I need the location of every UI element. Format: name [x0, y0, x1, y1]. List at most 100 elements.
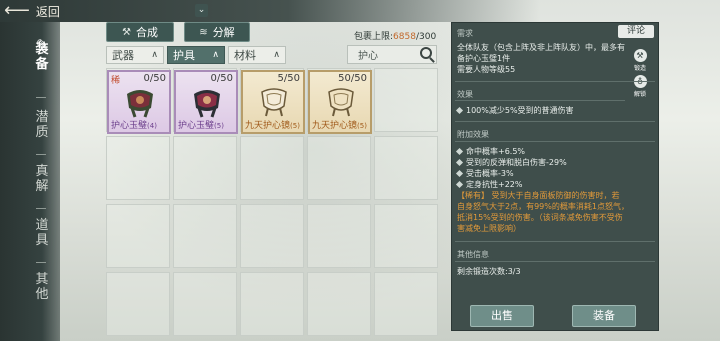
inventory-slot[interactable] — [106, 136, 170, 200]
bag-capacity-label: 包裹上限: — [354, 32, 394, 42]
sell-button[interactable]: 出售 — [470, 305, 534, 327]
extra-effect-line: 命中概率+6.5% — [455, 146, 526, 157]
item-count: 5/50 — [277, 73, 300, 84]
item-name: 九天护心镜(5) — [312, 118, 367, 131]
extra-effect-line: 受击概率-3% — [455, 168, 514, 179]
inventory-slot[interactable] — [374, 136, 438, 200]
diamond-bullet-icon — [455, 158, 464, 167]
section-divider — [455, 261, 655, 262]
section-divider — [455, 121, 655, 122]
item-name-text: 九天护心镜 — [312, 121, 358, 131]
synthesize-button[interactable]: ⚒ 合成 — [106, 22, 174, 42]
filter-armor-label: 护具 — [173, 49, 195, 62]
rare-effect-line: 害减免上限影响） — [457, 224, 521, 233]
hammer-icon: ⚒ — [122, 26, 131, 38]
requirement-title: 需求 — [457, 29, 473, 38]
back-button[interactable]: ⟵ 返回 — [4, 1, 60, 21]
inventory-slot[interactable] — [307, 272, 371, 336]
decompose-button[interactable]: ≋ 分解 — [184, 22, 250, 42]
filter-material-label: 材料 — [234, 49, 256, 62]
rare-effect-line: 【稀有】 受到大于自身面板防御的伤害时，若 — [457, 191, 620, 200]
inventory-slot[interactable] — [173, 272, 237, 336]
bag-capacity-current: 6858 — [393, 32, 416, 42]
sidebar-divider — [36, 154, 46, 155]
item-count: 0/50 — [210, 73, 233, 84]
sidebar-item-label: 其他 — [35, 272, 49, 302]
unbind-label: 解锁 — [633, 91, 646, 98]
extra-effect-text: 命中概率+6.5% — [466, 147, 526, 156]
item-name: 九天护心镜(5) — [245, 118, 300, 131]
item-card-heart-mirror[interactable]: 50/50 九天护心镜(5) — [308, 70, 372, 134]
extra-effect-text: 受到的反弹和脱白伤害-29% — [466, 158, 567, 167]
forge-button[interactable]: ⚒ 锻造 — [630, 49, 650, 72]
top-bar — [0, 0, 720, 22]
sidebar-item-other[interactable]: 其他 — [34, 272, 50, 302]
inventory-slot[interactable] — [374, 272, 438, 336]
inventory-slot[interactable] — [173, 204, 237, 268]
extra-effect-text: 定身抗性+22% — [466, 180, 523, 189]
effect-title: 效果 — [457, 90, 473, 99]
filter-weapon-label: 武器 — [112, 49, 134, 62]
caret-up-icon: ∧ — [273, 50, 280, 60]
caret-up-icon: ∧ — [151, 50, 158, 60]
forge-icon: ⚒ — [633, 49, 647, 62]
sidebar-divider — [36, 208, 46, 209]
rare-effect-line: 自身怒气大于2点，有99%的概率消耗1点怒气， — [457, 202, 629, 211]
comment-button[interactable]: 评论 — [618, 25, 654, 38]
inventory-slot[interactable] — [240, 136, 304, 200]
extra-effect-line: 定身抗性+22% — [455, 179, 523, 190]
layers-icon: ≋ — [199, 26, 208, 38]
sidebar-item-potential[interactable]: 潜质 — [34, 110, 50, 140]
filter-material-dropdown[interactable]: 材料 ∧ — [228, 46, 286, 64]
sidebar-item-props[interactable]: 道具 — [34, 218, 50, 248]
sidebar-item-true-solution[interactable]: 真解 — [34, 164, 50, 194]
back-arrow-icon: ⟵ — [4, 0, 30, 21]
inventory-slot[interactable] — [374, 204, 438, 268]
filter-armor-dropdown[interactable]: 护具 ∧ — [167, 46, 225, 64]
sidebar-item-label: 装备 — [35, 42, 49, 72]
search-input[interactable]: 护心 — [347, 45, 437, 64]
rare-effect-line: 抵消15%受到的伤害。（该词条减免伤害不受伤 — [457, 213, 623, 222]
sidebar-item-label: 潜质 — [35, 110, 49, 140]
sidebar-item-label: 道具 — [35, 218, 49, 248]
inventory-slot[interactable] — [307, 136, 371, 200]
item-count: 0/50 — [143, 73, 166, 84]
unbind-button[interactable]: ♁ 解锁 — [630, 75, 650, 98]
diamond-bullet-icon — [455, 169, 464, 178]
item-card-jade-disc[interactable]: 稀 0/50 护心玉璧(4) — [107, 70, 171, 134]
inventory-slot[interactable] — [307, 204, 371, 268]
item-card-jade-disc[interactable]: 0/50 护心玉璧(5) — [174, 70, 238, 134]
bag-capacity-max: /300 — [415, 32, 437, 42]
item-name-text: 护心玉璧 — [111, 121, 148, 131]
sidebar-item-equipment[interactable]: 装备 — [34, 42, 50, 72]
search-value: 护心 — [358, 51, 378, 62]
other-info-title: 其他信息 — [457, 250, 489, 259]
inventory-slot[interactable] — [374, 68, 438, 132]
item-level: (4) — [147, 122, 157, 130]
equip-button[interactable]: 装备 — [572, 305, 636, 327]
diamond-bullet-icon — [455, 147, 464, 156]
inventory-slot[interactable] — [173, 136, 237, 200]
category-sidebar — [0, 22, 60, 341]
requirement-line: 备护心玉璧1件 — [457, 54, 511, 63]
double-chevron-down-icon[interactable]: ⌄ — [195, 4, 208, 17]
filter-weapon-dropdown[interactable]: 武器 ∧ — [106, 46, 164, 64]
effect-text: 100%减少5%受到的普通伤害 — [466, 106, 574, 115]
inventory-slot[interactable] — [106, 204, 170, 268]
inventory-slot[interactable] — [240, 272, 304, 336]
requirement-line: 需要人物等级55 — [457, 65, 516, 74]
item-card-heart-mirror[interactable]: 5/50 九天护心镜(5) — [241, 70, 305, 134]
item-name: 护心玉璧(4) — [111, 118, 157, 131]
caret-up-icon: ∧ — [212, 50, 219, 60]
forge-label: 锻造 — [633, 65, 646, 72]
search-icon[interactable] — [420, 47, 432, 59]
inventory-slot[interactable] — [240, 204, 304, 268]
rare-tag: 稀 — [111, 76, 121, 86]
sidebar-divider — [36, 97, 46, 98]
item-name: 护心玉璧(5) — [178, 118, 224, 131]
item-count: 50/50 — [338, 73, 367, 84]
inventory-slot[interactable] — [106, 272, 170, 336]
section-divider — [455, 81, 655, 82]
diamond-bullet-icon — [455, 180, 464, 189]
sidebar-divider — [36, 262, 46, 263]
